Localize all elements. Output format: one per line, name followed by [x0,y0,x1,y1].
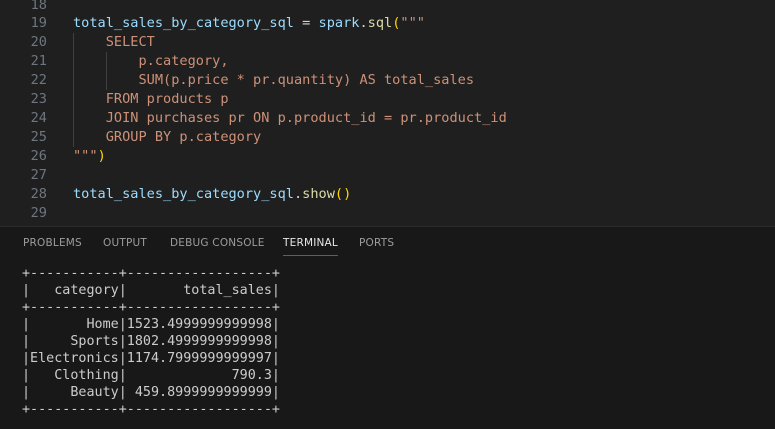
line-number: 26 [30,148,47,164]
code-text: JOIN purchases pr ON p.product_id = pr.p… [73,109,507,128]
code-text: total_sales_by_category_sql = spark.sql(… [73,14,425,33]
tab-terminal[interactable]: TERMINAL [283,227,338,260]
code-line[interactable]: 29 [0,204,775,223]
tab-debug-console[interactable]: DEBUG CONSOLE [170,227,265,260]
code-line[interactable]: 25 GROUP BY p.category [0,128,775,147]
code-line[interactable]: 22 SUM(p.price * pr.quantity) AS total_s… [0,71,775,90]
code-token: = [293,15,319,31]
tab-problems[interactable]: PROBLEMS [23,227,82,260]
code-token: . [293,186,303,202]
code-line[interactable]: 20 SELECT [0,33,775,52]
code-text: FROM products p [73,90,229,109]
code-line[interactable]: 21 p.category, [0,52,775,71]
terminal-line: | Home|1523.4999999999998| [22,317,280,332]
code-text: """) [73,147,106,166]
code-token: spark [318,15,360,31]
terminal-line: | category| total_sales| [22,283,280,298]
terminal-line: +-----------+------------------+ [22,300,280,315]
line-number: 20 [30,34,47,50]
code-token: p.category, [73,53,229,69]
line-number: 25 [30,129,47,145]
code-token: GROUP BY p.category [73,129,262,145]
line-number: 24 [30,110,47,126]
tab-output[interactable]: OUTPUT [103,227,147,260]
code-text: p.category, [73,52,229,71]
line-number: 19 [30,15,47,31]
code-text: GROUP BY p.category [73,128,262,147]
line-number: 22 [30,72,47,88]
code-token: SUM(p.price * pr.quantity) AS total_sale… [73,72,475,88]
terminal-line: | Sports|1802.4999999999998| [22,334,280,349]
panel-tab-bar: PROBLEMS OUTPUT DEBUG CONSOLE TERMINAL PORTS [0,227,775,260]
terminal-line: | Beauty| 459.8999999999999| [22,385,280,400]
terminal-line: |Electronics|1174.7999999999997| [22,351,280,366]
code-line[interactable]: 19 total_sales_by_category_sql = spark.sq… [0,14,775,33]
code-token: () [334,186,352,202]
code-token: FROM products p [73,91,229,107]
code-editor[interactable]: 18 19 total_sales_by_category_sql = spark.… [0,0,775,226]
code-token: ) [97,148,106,164]
line-number: 28 [30,186,47,202]
code-text: SELECT [73,33,155,52]
code-line[interactable]: 18 [0,0,775,15]
line-number: 23 [30,91,47,107]
code-line[interactable]: 27 [0,166,775,185]
terminal-output[interactable]: +-----------+------------------+ | catego… [22,265,762,425]
line-number: 18 [30,0,47,13]
code-text: total_sales_by_category_sql.show() [73,185,351,204]
line-number: 27 [30,167,47,183]
tab-ports[interactable]: PORTS [359,227,394,260]
code-token: """ [400,15,425,31]
bottom-panel: PROBLEMS OUTPUT DEBUG CONSOLE TERMINAL PORTS… [0,226,775,429]
code-token: """ [73,148,98,164]
terminal-line: | Clothing| 790.3| [22,368,280,383]
code-text: SUM(p.price * pr.quantity) AS total_sale… [73,71,474,90]
line-number: 21 [30,53,47,69]
code-line[interactable]: 24 JOIN purchases pr ON p.product_id = p… [0,109,775,128]
terminal-line: +-----------+------------------+ [22,266,280,281]
code-token: total_sales_by_category_sql [73,15,294,31]
code-token: . [359,15,368,31]
terminal-line: +-----------+------------------+ [22,402,280,417]
code-token: show [302,186,335,202]
code-line[interactable]: 23 FROM products p [0,90,775,109]
code-token: total_sales_by_category_sql [73,186,294,202]
code-token: SELECT [73,34,155,50]
line-number: 29 [30,205,47,221]
code-token: sql [367,15,393,31]
code-line[interactable]: 26 """) [0,147,775,166]
code-line[interactable]: 28 total_sales_by_category_sql.show() [0,185,775,204]
code-token: JOIN purchases pr ON p.product_id = pr.p… [73,110,507,126]
